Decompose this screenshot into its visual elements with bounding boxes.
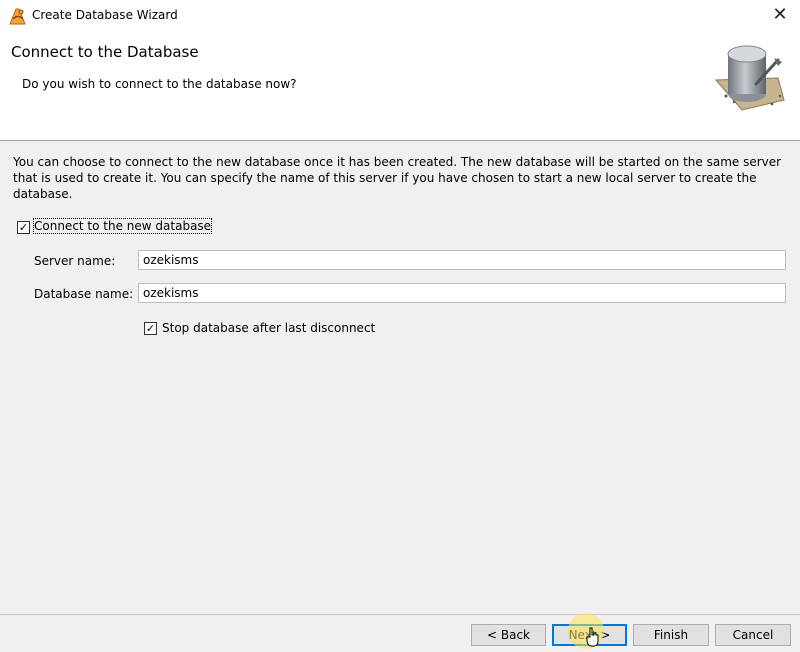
- page-title: Connect to the Database: [11, 43, 199, 61]
- page-subtitle: Do you wish to connect to the database n…: [22, 77, 297, 91]
- close-icon: ✕: [772, 4, 788, 25]
- wizard-footer: < Back Next > Finish Cancel: [0, 614, 800, 652]
- server-name-label: Server name:: [34, 254, 116, 268]
- check-icon: ✓: [18, 221, 29, 234]
- connect-checkbox-label[interactable]: Connect to the new database: [32, 218, 213, 234]
- database-name-label: Database name:: [34, 287, 134, 301]
- description-text: You can choose to connect to the new dat…: [13, 155, 782, 201]
- database-name-input[interactable]: [138, 283, 786, 303]
- cancel-button[interactable]: Cancel: [715, 624, 791, 646]
- title-bar: Create Database Wizard ✕: [0, 0, 800, 32]
- database-cylinder-icon: [714, 45, 785, 111]
- check-icon: ✓: [145, 322, 156, 335]
- finish-button[interactable]: Finish: [633, 624, 709, 646]
- connect-checkbox[interactable]: ✓: [17, 221, 30, 234]
- stop-database-checkbox[interactable]: ✓: [144, 322, 157, 335]
- stop-database-checkbox-label[interactable]: Stop database after last disconnect: [162, 321, 375, 335]
- wizard-header: Connect to the Database Do you wish to c…: [0, 32, 800, 141]
- app-icon: [9, 8, 26, 25]
- server-name-input[interactable]: [138, 250, 786, 270]
- hand-cursor-icon: [586, 627, 599, 647]
- close-button[interactable]: ✕: [764, 4, 796, 28]
- wizard-body: You can choose to connect to the new dat…: [0, 141, 800, 614]
- window-title: Create Database Wizard: [32, 8, 178, 22]
- back-button[interactable]: < Back: [471, 624, 546, 646]
